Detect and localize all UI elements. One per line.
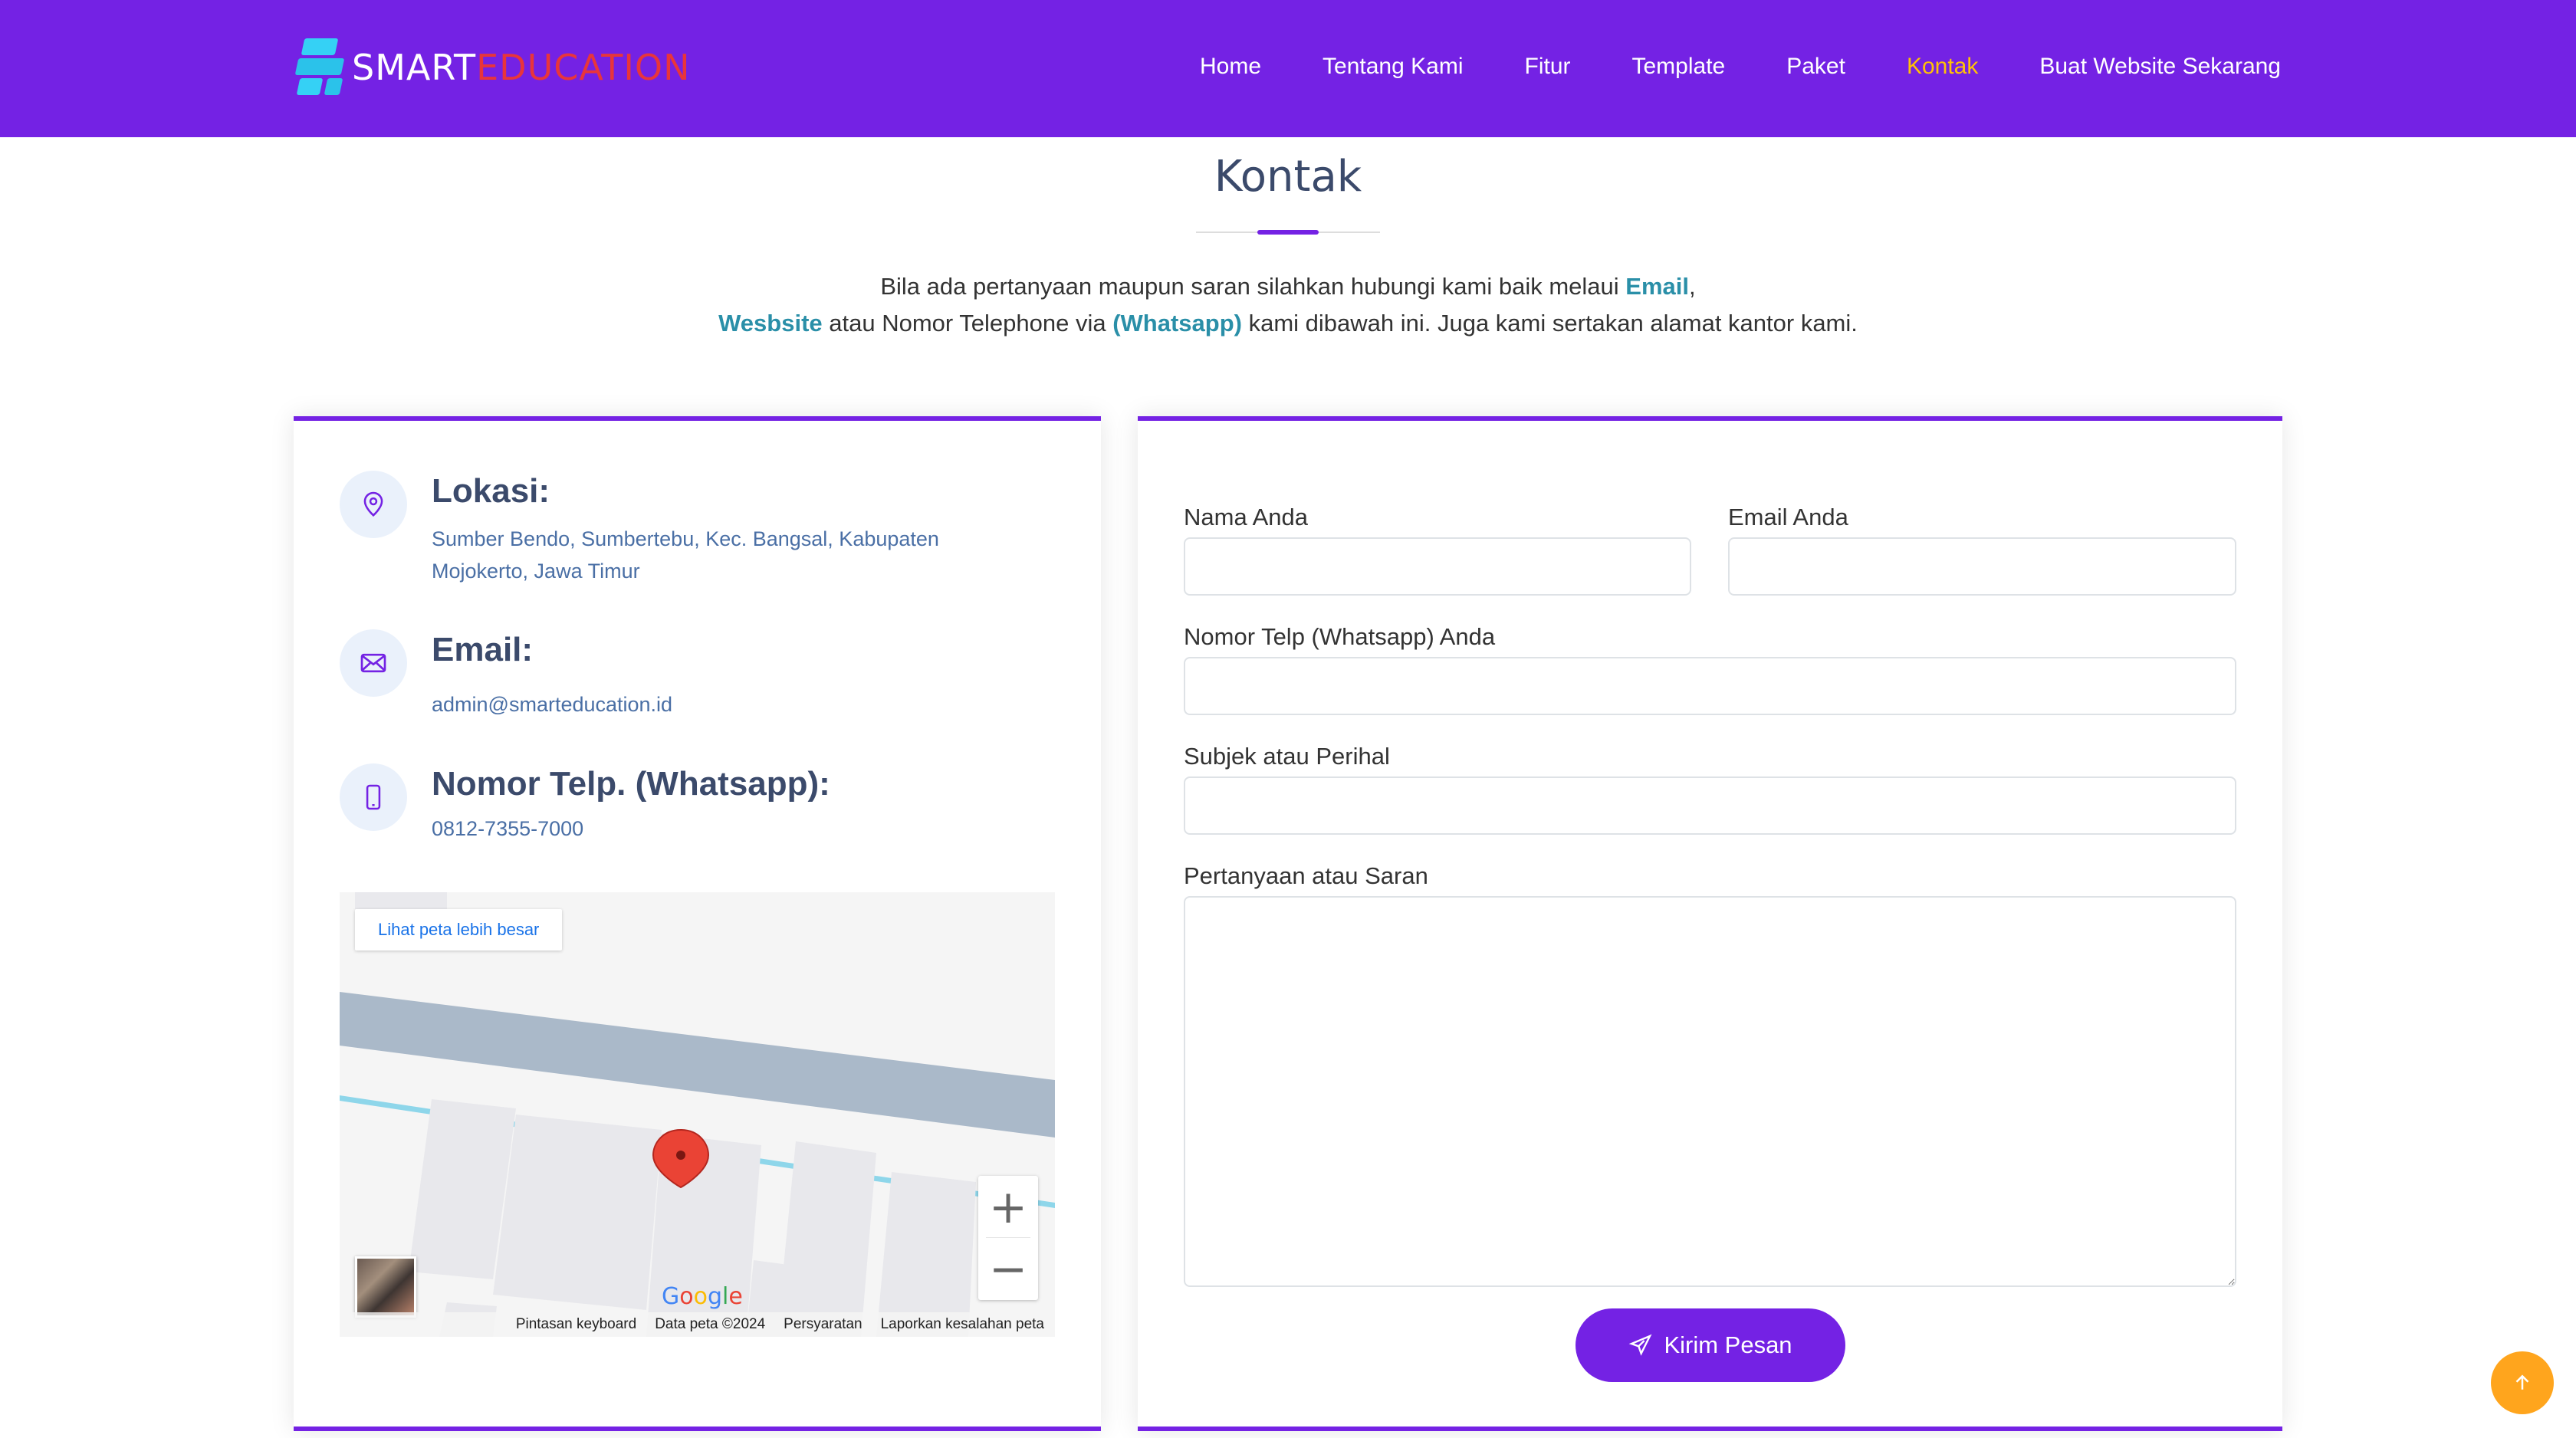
map-tiles	[340, 892, 1055, 1337]
map-footer: Pintasan keyboard Data peta ©2024 Persya…	[340, 1312, 1055, 1337]
name-input[interactable]	[1184, 537, 1691, 596]
map-keyboard-shortcuts[interactable]: Pintasan keyboard	[516, 1316, 636, 1333]
page-title: Kontak	[1214, 152, 1362, 202]
map-report-error-link[interactable]: Laporkan kesalahan peta	[881, 1316, 1044, 1333]
site-header: SMARTEDUCATION Home Tentang Kami Fitur T…	[0, 0, 2576, 137]
email-text[interactable]: admin@smarteducation.id	[432, 688, 1014, 721]
nav-buat-website[interactable]: Buat Website Sekarang	[2039, 54, 2281, 80]
logo-text: SMARTEDUCATION	[352, 47, 691, 88]
site-logo[interactable]: SMARTEDUCATION	[294, 38, 691, 97]
intro-text: Bila ada pertanyaan maupun saran silahka…	[718, 273, 1858, 337]
email-input[interactable]	[1728, 537, 2236, 596]
phone-label: Nomor Telp (Whatsapp) Anda	[1184, 623, 1496, 650]
subject-label: Subjek atau Perihal	[1184, 743, 1390, 770]
intro-whatsapp-link[interactable]: (Whatsapp)	[1112, 310, 1242, 337]
phone-text[interactable]: 0812-7355-7000	[432, 813, 1014, 845]
envelope-icon	[340, 629, 407, 697]
message-label: Pertanyaan atau Saran	[1184, 862, 1428, 889]
submit-label: Kirim Pesan	[1664, 1331, 1792, 1358]
intro-email-link[interactable]: Email	[1625, 273, 1689, 300]
location-title: Lokasi:	[432, 472, 550, 510]
nav-tentang-kami[interactable]: Tentang Kami	[1322, 54, 1463, 80]
arrow-up-icon	[2515, 1374, 2529, 1390]
logo-mark-icon	[294, 38, 345, 97]
phone-icon	[340, 763, 407, 831]
nav-template[interactable]: Template	[1632, 54, 1726, 80]
back-to-top-button[interactable]	[2491, 1351, 2554, 1414]
contact-form-card: Nama Anda Email Anda Nomor Telp (Whatsap…	[1138, 416, 2282, 1431]
embedded-map[interactable]: Lihat peta lebih besar + − Google Pintas…	[340, 892, 1055, 1337]
nav-fitur[interactable]: Fitur	[1525, 54, 1571, 80]
section-title: Kontak	[0, 152, 2576, 202]
title-divider-accent	[1257, 230, 1319, 235]
zoom-in-button[interactable]: +	[978, 1176, 1038, 1238]
contact-info-card: Lokasi: Sumber Bendo, Sumbertebu, Kec. B…	[294, 416, 1101, 1431]
map-pin-icon	[340, 471, 407, 538]
intro-website-link[interactable]: Wesbsite	[718, 310, 823, 337]
street-view-thumbnail[interactable]	[355, 1256, 416, 1318]
map-terms-link[interactable]: Persyaratan	[784, 1316, 862, 1333]
google-logo: Google	[662, 1283, 743, 1310]
phone-title: Nomor Telp. (Whatsapp):	[432, 765, 830, 803]
submit-button[interactable]: Kirim Pesan	[1576, 1308, 1845, 1382]
nav-paket[interactable]: Paket	[1786, 54, 1845, 80]
nav-home[interactable]: Home	[1200, 54, 1261, 80]
zoom-out-button[interactable]: −	[978, 1238, 1038, 1300]
email-title: Email:	[432, 631, 534, 668]
message-textarea[interactable]	[1184, 896, 2236, 1287]
send-icon	[1629, 1334, 1652, 1356]
map-zoom-controls: + −	[978, 1176, 1038, 1300]
name-label: Nama Anda	[1184, 504, 1308, 530]
email-label: Email Anda	[1728, 504, 1848, 530]
view-larger-map-button[interactable]: Lihat peta lebih besar	[355, 909, 563, 950]
main-nav: Home Tentang Kami Fitur Template Paket K…	[1138, 54, 2281, 80]
subject-input[interactable]	[1184, 776, 2236, 835]
map-data-credit: Data peta ©2024	[655, 1316, 766, 1332]
location-text: Sumber Bendo, Sumbertebu, Kec. Bangsal, …	[432, 527, 939, 583]
nav-kontak[interactable]: Kontak	[1907, 54, 1978, 80]
phone-input[interactable]	[1184, 657, 2236, 715]
